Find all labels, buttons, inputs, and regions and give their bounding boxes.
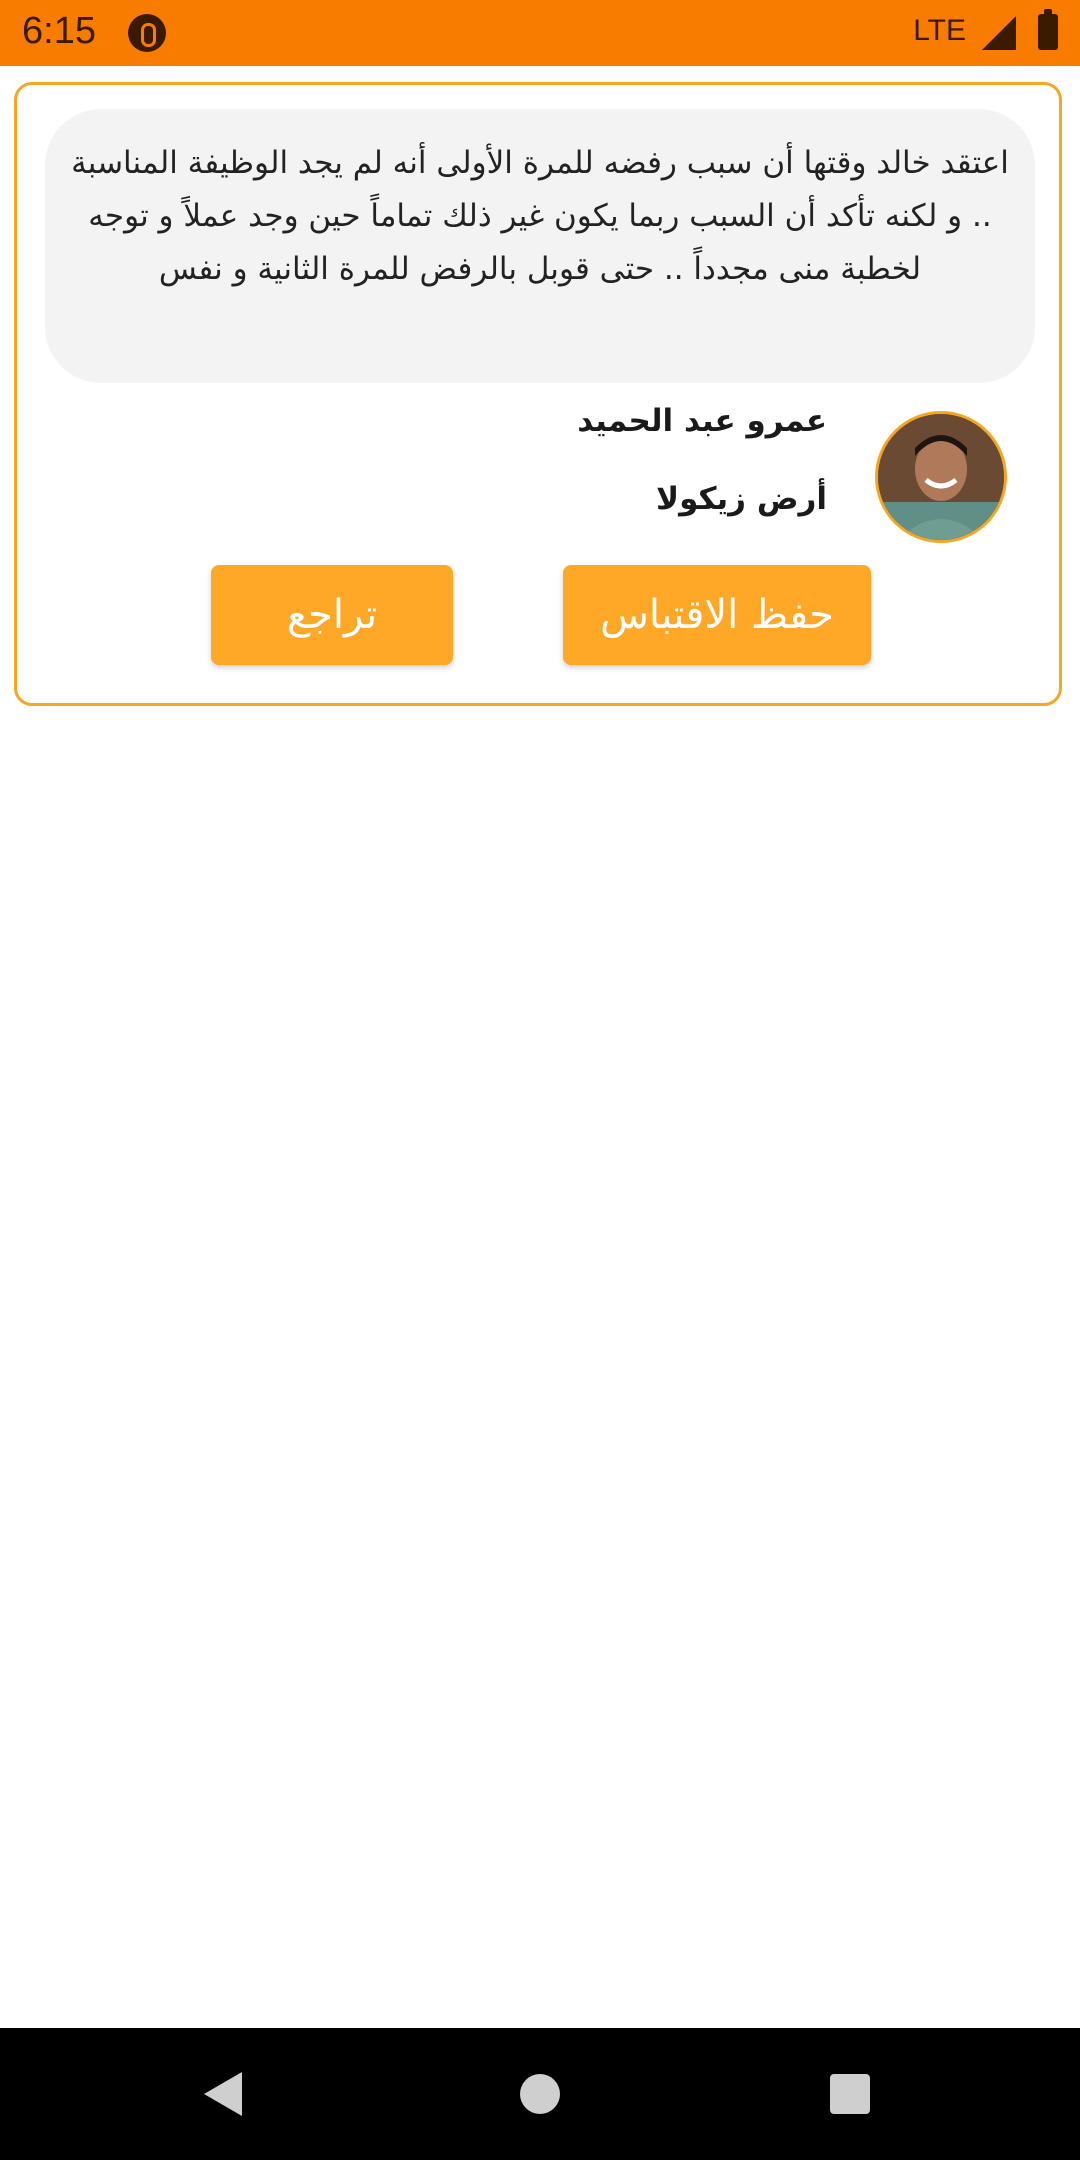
home-icon[interactable] [520, 2074, 560, 2114]
back-icon[interactable] [204, 2072, 242, 2116]
quote-card: اعتقد خالد وقتها أن سبب رفضه للمرة الأول… [14, 82, 1062, 706]
avatar-image [878, 414, 1004, 540]
save-quote-button[interactable]: حفظ الاقتباس [563, 565, 871, 665]
network-type: LTE [913, 14, 966, 47]
navigation-bar [0, 2028, 1080, 2160]
author-name[interactable]: عمرو عبد الحميد [577, 403, 827, 439]
status-time: 6:15 [22, 10, 96, 52]
app-notification-icon [128, 14, 166, 52]
signal-icon [982, 16, 1016, 50]
recents-icon[interactable] [830, 2074, 870, 2114]
quote-text: اعتقد خالد وقتها أن سبب رفضه للمرة الأول… [45, 109, 1035, 383]
author-avatar [875, 411, 1007, 543]
status-bar: 6:15 LTE [0, 0, 1080, 66]
book-title[interactable]: أرض زيكولا [656, 481, 827, 517]
battery-icon [1038, 9, 1058, 50]
back-button[interactable]: تراجع [211, 565, 453, 665]
